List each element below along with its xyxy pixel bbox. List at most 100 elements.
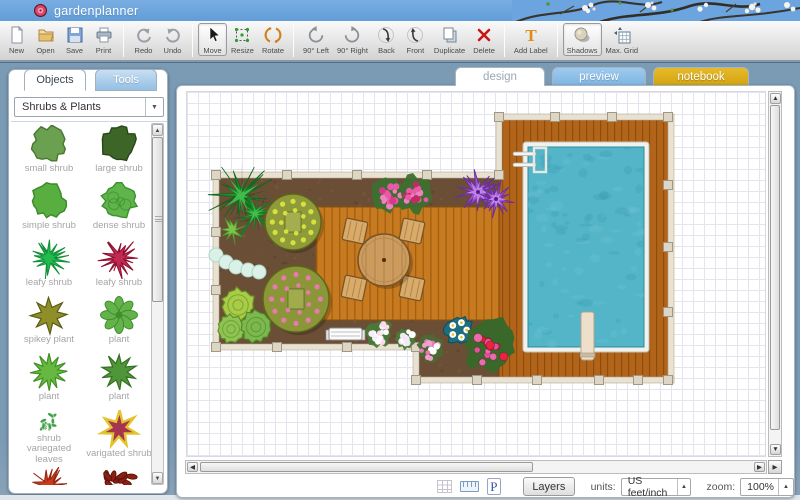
toolbar-button-rot-right[interactable]: 90° Right xyxy=(333,23,372,56)
zoom-value: 100% xyxy=(741,481,778,493)
scroll-corner-button[interactable]: ▶ xyxy=(768,460,782,474)
garden-planner-window: gardenplanner New Open Save Print Redo Undo Mo… xyxy=(0,0,800,500)
toolbar-button-label: Max. Grid xyxy=(606,46,639,55)
scrollbar-thumb[interactable] xyxy=(770,105,780,430)
plant-library-item-simple-shrub[interactable]: simple shrub xyxy=(14,180,84,237)
plant-library-item-leafy-shrub[interactable]: leafy shrub xyxy=(84,237,154,294)
toolbar-button-back[interactable]: Back xyxy=(372,23,401,56)
plant-library-item-varigated-shrub[interactable]: varigated shrub xyxy=(84,408,154,465)
toolbar-button-open[interactable]: Open xyxy=(31,23,60,56)
toolbar-button-label: Open xyxy=(36,46,54,55)
plant-label: small shrub xyxy=(25,164,74,174)
scroll-down-icon[interactable]: ▼ xyxy=(152,472,163,484)
toolbar-button-label: Undo xyxy=(164,46,182,55)
sidebar-scrollbar[interactable]: ▲ ▼ xyxy=(151,123,164,485)
toolbar-button-label: Add Label xyxy=(514,46,548,55)
plant-library-item-dense-shrub[interactable]: dense shrub xyxy=(84,180,154,237)
plant-library-item-leafy-shrub[interactable]: leafy shrub xyxy=(14,237,84,294)
open-icon xyxy=(36,25,56,45)
layers-button[interactable]: Layers xyxy=(523,477,575,496)
plant-library-item-spikey-plant[interactable]: spikey plant xyxy=(14,294,84,351)
zoom-dropdown[interactable]: 100% ▲ xyxy=(740,478,794,496)
scrollbar-thumb[interactable] xyxy=(152,137,163,302)
toolbar-button-save[interactable]: Save xyxy=(60,23,89,56)
plant-library-item-plant[interactable]: plant xyxy=(84,351,154,408)
garden-object-flowers[interactable] xyxy=(365,321,392,348)
tab-preview[interactable]: preview xyxy=(552,67,646,86)
toolbar-button-redo[interactable]: Redo xyxy=(129,23,158,56)
toolbar-separator xyxy=(123,24,124,57)
sidebar-panel: Objects Tools Shrubs & Plants ▼ small sh… xyxy=(8,69,168,494)
design-canvas[interactable] xyxy=(186,91,766,457)
plant-label: leafy shrub xyxy=(26,278,72,288)
units-dropdown[interactable]: US feet/inch ▲ xyxy=(621,478,691,496)
category-dropdown[interactable]: Shrubs & Plants ▼ xyxy=(14,97,164,117)
plant-label: large shrub xyxy=(95,164,143,174)
toolbar-button-label: Rotate xyxy=(262,46,284,55)
toolbar-button-add-label[interactable]: TAdd Label xyxy=(510,23,552,56)
toolbar-button-new[interactable]: New xyxy=(2,23,31,56)
toolbar: New Open Save Print Redo Undo Move Resize Rotate… xyxy=(0,21,800,61)
toolbar-button-label: Duplicate xyxy=(434,46,465,55)
duplicate-icon xyxy=(440,25,460,45)
max-grid-icon xyxy=(612,25,632,45)
plant-library-item[interactable] xyxy=(14,465,84,485)
toolbar-button-rotate[interactable]: Rotate xyxy=(258,23,288,56)
plant-library-item-large-shrub[interactable]: large shrub xyxy=(84,123,154,180)
plant-library-item-small-shrub[interactable]: small shrub xyxy=(14,123,84,180)
tab-tools[interactable]: Tools xyxy=(95,69,157,91)
scroll-left-icon[interactable]: ◀ xyxy=(187,462,198,472)
toolbar-button-delete[interactable]: Delete xyxy=(469,23,499,56)
app-title: gardenplanner xyxy=(54,4,139,18)
scroll-up-icon[interactable]: ▲ xyxy=(152,124,163,136)
scrollbar-thumb[interactable] xyxy=(200,462,533,472)
sidebar-tabs: Objects Tools xyxy=(9,69,167,91)
garden-design[interactable] xyxy=(187,92,767,458)
plant-label: varigated shrub xyxy=(86,449,151,459)
tab-design[interactable]: design xyxy=(455,67,545,86)
chevron-up-icon: ▲ xyxy=(778,479,793,495)
plant-library-item-plant[interactable]: plant xyxy=(14,351,84,408)
toolbar-button-move[interactable]: Move xyxy=(198,23,227,56)
toolbar-button-max-grid[interactable]: Max. Grid xyxy=(602,23,643,56)
toolbar-button-undo[interactable]: Undo xyxy=(158,23,187,56)
scroll-up-icon[interactable]: ▲ xyxy=(770,93,781,104)
toolbar-separator xyxy=(192,24,193,57)
toolbar-separator xyxy=(557,24,558,57)
toolbar-separator xyxy=(504,24,505,57)
garden-object-bench[interactable] xyxy=(326,328,365,340)
toolbar-button-front[interactable]: Front xyxy=(401,23,430,56)
tab-notebook[interactable]: notebook xyxy=(653,67,749,86)
plant-label: dense shrub xyxy=(93,221,145,231)
category-dropdown-value: Shrubs & Plants xyxy=(15,101,145,113)
rot-left-icon xyxy=(306,25,326,45)
plant-library-item-shrub-variegated-leaves[interactable]: shrub variegated leaves xyxy=(14,408,84,465)
toolbar-button-rot-left[interactable]: 90° Left xyxy=(299,23,333,56)
ruler-icon xyxy=(460,481,479,492)
toolbar-separator xyxy=(293,24,294,57)
toolbar-button-duplicate[interactable]: Duplicate xyxy=(430,23,469,56)
toolbar-button-label: Redo xyxy=(135,46,153,55)
toolbar-button-resize[interactable]: Resize xyxy=(227,23,258,56)
toolbar-button-label: 90° Right xyxy=(337,46,368,55)
toolbar-button-label: Print xyxy=(96,46,111,55)
canvas-horizontal-scrollbar[interactable]: ◀ ▶ xyxy=(185,460,767,474)
tab-objects[interactable]: Objects xyxy=(24,69,86,91)
canvas-panel: ▲ ▼ ◀ ▶ ▶ P Layers units: xyxy=(176,85,795,498)
toolbar-button-shadows[interactable]: Shadows xyxy=(563,23,602,56)
plant-label: plant xyxy=(109,392,130,402)
print-icon xyxy=(94,25,114,45)
toggle-ruler-button[interactable] xyxy=(460,479,479,495)
toggle-grid-button[interactable] xyxy=(437,479,452,495)
plant-library-item[interactable] xyxy=(84,465,154,485)
toolbar-button-print[interactable]: Print xyxy=(89,23,118,56)
canvas-vertical-scrollbar[interactable]: ▲ ▼ xyxy=(768,91,782,457)
print-preview-button[interactable]: P xyxy=(487,478,501,495)
titlebar[interactable]: gardenplanner xyxy=(0,0,512,21)
redo-icon xyxy=(134,25,154,45)
plant-library-item-plant[interactable]: plant xyxy=(84,294,154,351)
toolbar-button-label: Resize xyxy=(231,46,254,55)
scroll-right-icon[interactable]: ▶ xyxy=(754,462,765,472)
scroll-down-icon[interactable]: ▼ xyxy=(770,444,781,455)
toolbar-button-label: Back xyxy=(378,46,395,55)
